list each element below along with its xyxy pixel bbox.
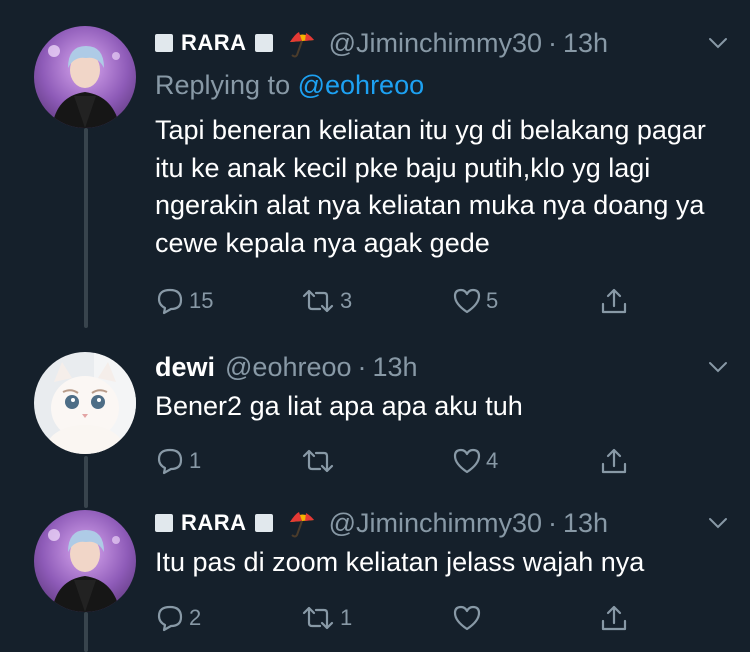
tweet-text: Tapi beneran keliatan itu yg di belakang… xyxy=(155,115,706,258)
reply-button[interactable]: 2 xyxy=(155,603,201,633)
action-bar: 1 4 xyxy=(155,446,635,480)
reply-button[interactable]: 15 xyxy=(155,286,213,316)
tweet[interactable]: RARA @Jiminchimmy30 · 13h Replying to @e… xyxy=(0,0,750,340)
replying-prefix: Replying to xyxy=(155,70,291,100)
heart-icon xyxy=(453,448,481,474)
action-bar: 2 1 xyxy=(155,603,635,637)
retweet-button[interactable] xyxy=(300,446,340,476)
like-count: 4 xyxy=(486,448,499,473)
user-handle[interactable]: @Jiminchimmy30 xyxy=(329,28,542,59)
heart-icon xyxy=(453,605,481,631)
like-button[interactable]: 5 xyxy=(452,286,498,316)
avatar[interactable] xyxy=(34,26,136,128)
reply-count: 15 xyxy=(189,288,214,313)
square-emoji-icon xyxy=(254,34,273,52)
replying-mention[interactable]: @eohreoo xyxy=(298,70,425,100)
heart-icon xyxy=(453,288,481,314)
tweet-text: Itu pas di zoom keliatan jelass wajah ny… xyxy=(155,547,645,577)
tweet-header: RARA @Jiminchimmy30 · 13h xyxy=(155,507,730,539)
timestamp[interactable]: 13h xyxy=(563,508,608,539)
square-emoji-icon xyxy=(155,34,173,52)
display-name[interactable]: RARA xyxy=(181,510,247,536)
share-button[interactable] xyxy=(599,446,633,476)
reply-icon xyxy=(157,288,183,315)
retweet-icon xyxy=(302,606,334,630)
square-emoji-icon xyxy=(254,514,273,532)
share-icon xyxy=(601,288,627,314)
retweet-icon xyxy=(302,449,334,473)
chevron-down-icon[interactable] xyxy=(706,355,730,386)
tweet-header: RARA @Jiminchimmy30 · 13h xyxy=(155,27,730,59)
reply-icon xyxy=(157,448,183,475)
reply-count: 2 xyxy=(189,605,202,630)
avatar[interactable] xyxy=(34,352,136,454)
timestamp[interactable]: 13h xyxy=(373,352,418,383)
retweet-icon xyxy=(302,289,334,313)
user-handle[interactable]: @Jiminchimmy30 xyxy=(329,508,542,539)
retweet-button[interactable]: 3 xyxy=(300,286,352,316)
avatar[interactable] xyxy=(34,510,136,612)
tweet-header: dewi @eohreoo · 13h xyxy=(155,351,730,383)
action-bar: 15 3 5 xyxy=(155,286,635,320)
user-handle[interactable]: @eohreoo xyxy=(225,352,352,383)
display-name[interactable]: dewi xyxy=(155,352,215,383)
retweet-count: 3 xyxy=(340,288,353,313)
timestamp[interactable]: 13h xyxy=(563,28,608,59)
chevron-down-icon[interactable] xyxy=(706,511,730,542)
chevron-down-icon[interactable] xyxy=(706,31,730,62)
retweet-count: 1 xyxy=(340,605,353,630)
reply-count: 1 xyxy=(189,448,202,473)
tweet[interactable]: dewi @eohreoo · 13h Bener2 ga liat apa a… xyxy=(0,340,750,505)
share-icon xyxy=(601,448,627,474)
reply-icon xyxy=(157,605,183,632)
umbrella-emoji-icon xyxy=(287,508,317,538)
like-count: 5 xyxy=(486,288,499,313)
reply-button[interactable]: 1 xyxy=(155,446,201,476)
retweet-button[interactable]: 1 xyxy=(300,603,352,633)
separator: · xyxy=(357,351,367,382)
share-icon xyxy=(601,605,627,631)
tweet[interactable]: RARA @Jiminchimmy30 · 13h Itu pas di zoo… xyxy=(0,505,750,651)
display-name[interactable]: RARA xyxy=(181,30,247,56)
share-button[interactable] xyxy=(599,603,633,633)
separator: · xyxy=(548,27,558,58)
like-button[interactable] xyxy=(452,603,486,633)
separator: · xyxy=(548,507,558,538)
square-emoji-icon xyxy=(155,514,173,532)
tweet-text: Bener2 ga liat apa apa aku tuh xyxy=(155,391,523,421)
replying-to: Replying to @eohreoo xyxy=(155,70,424,101)
share-button[interactable] xyxy=(599,286,633,316)
umbrella-emoji-icon xyxy=(287,28,317,58)
like-button[interactable]: 4 xyxy=(452,446,498,476)
